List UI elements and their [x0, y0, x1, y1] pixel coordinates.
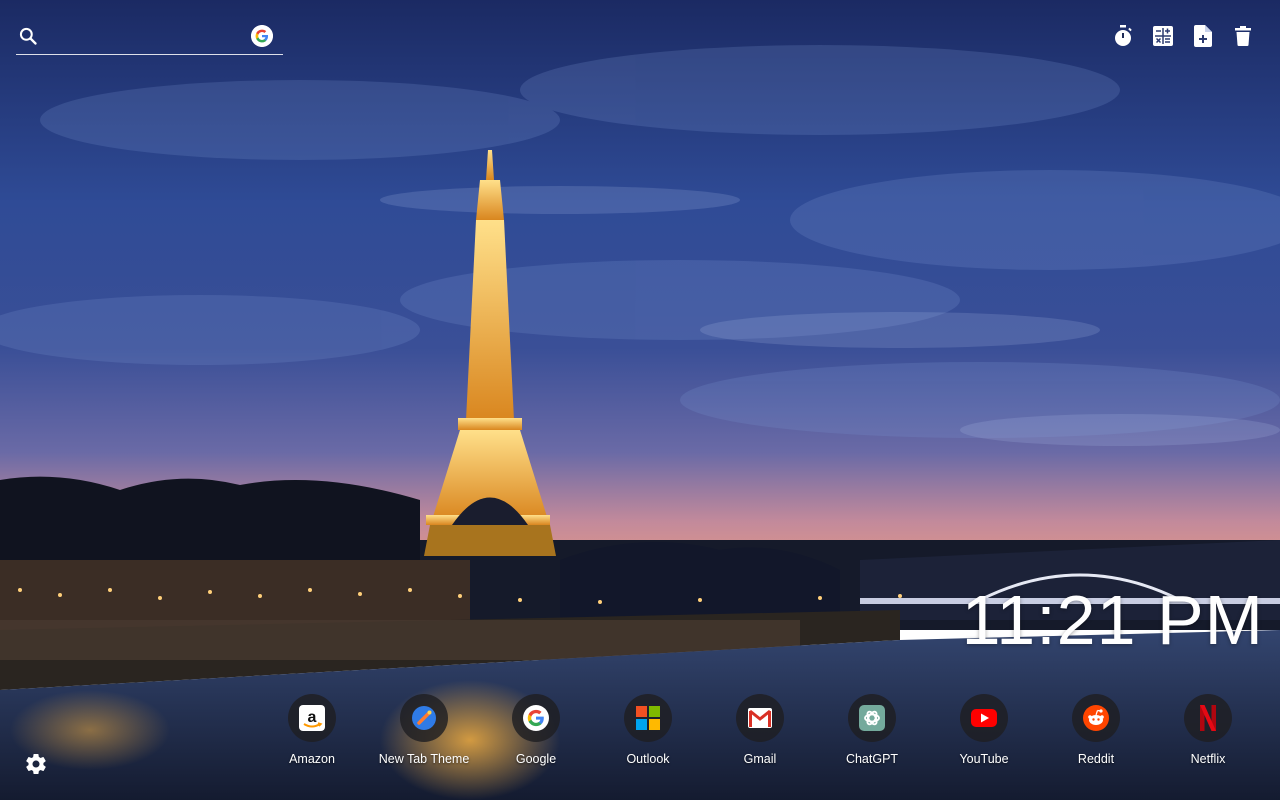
gmail-icon — [748, 708, 772, 728]
shortcut-google[interactable]: Google — [480, 694, 592, 766]
background-image — [0, 0, 1280, 800]
shortcut-label: YouTube — [959, 752, 1009, 766]
shortcut-label: Outlook — [626, 752, 670, 766]
new-tab-theme-icon — [412, 706, 436, 730]
shortcut-new-tab-theme[interactable]: New Tab Theme — [368, 694, 480, 766]
microsoft-icon — [636, 706, 660, 730]
google-icon — [523, 705, 549, 731]
shortcut-chatgpt[interactable]: ChatGPT — [816, 694, 928, 766]
shortcut-label: Amazon — [289, 752, 335, 766]
trash-icon[interactable] — [1232, 24, 1254, 48]
shortcut-label: Netflix — [1190, 752, 1226, 766]
search-input[interactable] — [46, 22, 250, 50]
shortcut-label: Google — [515, 752, 557, 766]
search-icon[interactable] — [18, 26, 38, 46]
shortcut-label: New Tab Theme — [378, 752, 470, 766]
google-g-icon[interactable] — [251, 25, 273, 47]
svg-text:a: a — [308, 709, 317, 726]
shortcut-youtube[interactable]: YouTube — [928, 694, 1040, 766]
youtube-icon — [971, 709, 997, 727]
shortcut-reddit[interactable]: Reddit — [1040, 694, 1152, 766]
stopwatch-icon[interactable] — [1112, 24, 1134, 48]
shortcut-label: Reddit — [1077, 752, 1115, 766]
clock-time: 11:21 PM — [961, 581, 1264, 659]
top-toolbar — [1112, 24, 1254, 48]
chatgpt-icon — [859, 705, 885, 731]
search-bar — [16, 18, 283, 55]
shortcuts-bar: a Amazon New Tab Theme Google Outlook Gm… — [256, 694, 1264, 766]
note-add-icon[interactable] — [1192, 24, 1214, 48]
shortcut-gmail[interactable]: Gmail — [704, 694, 816, 766]
shortcut-label: ChatGPT — [845, 752, 899, 766]
shortcut-netflix[interactable]: Netflix — [1152, 694, 1264, 766]
amazon-icon: a — [299, 705, 325, 731]
shortcut-label: Gmail — [743, 752, 777, 766]
reddit-icon — [1083, 705, 1109, 731]
netflix-icon — [1200, 705, 1216, 731]
gear-icon[interactable] — [24, 752, 48, 776]
shortcut-amazon[interactable]: a Amazon — [256, 694, 368, 766]
shortcut-outlook[interactable]: Outlook — [592, 694, 704, 766]
calculator-icon[interactable] — [1152, 24, 1174, 48]
